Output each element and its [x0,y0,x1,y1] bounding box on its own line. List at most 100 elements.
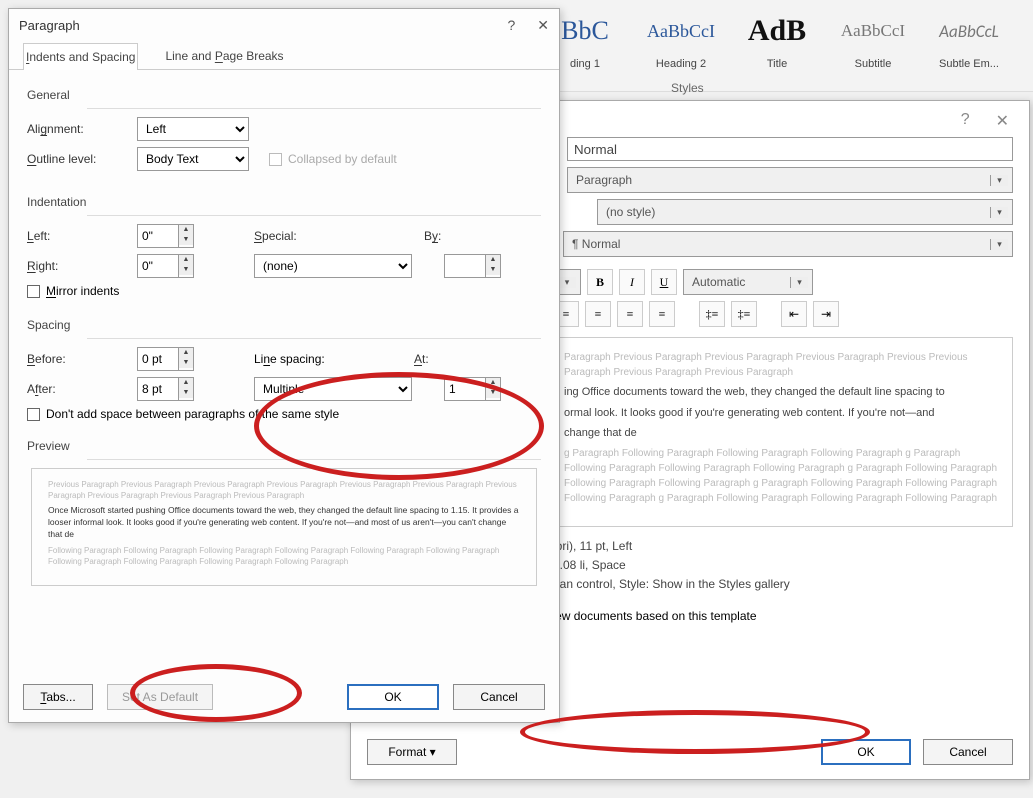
ok-button[interactable]: OK [347,684,439,710]
cancel-button[interactable]: Cancel [453,684,545,710]
chevron-down-icon: ▾ [790,277,808,288]
close-icon[interactable]: ✕ [537,17,549,34]
preview-grey-after: Following Paragraph Following Paragraph … [48,545,520,567]
after-input[interactable] [137,377,179,401]
preview-sample-line2: ormal look. It looks good if you're gene… [564,405,1002,422]
spinner-buttons[interactable]: ▲▼ [179,224,194,248]
spinner-buttons[interactable]: ▲▼ [179,254,194,278]
style-gallery-item[interactable]: AaBbCcIHeading 2 [642,4,720,91]
group-indentation: Indentation [27,195,541,209]
underline-button[interactable]: U [651,269,677,295]
indent-left-spinner[interactable]: ▲▼ [137,224,194,248]
font-color-select[interactable]: Automatic ▾ [683,269,813,295]
paragraph-preview: Previous Paragraph Previous Paragraph Pr… [31,468,537,586]
after-spinner[interactable]: ▲▼ [137,377,194,401]
at-input[interactable] [444,377,486,401]
italic-button[interactable]: I [619,269,645,295]
before-label: Before: [27,352,127,366]
desc-line1: ibri), 11 pt, Left [553,537,1013,556]
ok-button[interactable]: OK [821,739,911,765]
preview-grey-after: g Paragraph Following Paragraph Followin… [564,446,1002,506]
desc-line3: han control, Style: Show in the Styles g… [553,575,1013,594]
outline-level-label: Outline level: [27,152,127,166]
dialog-title: Paragraph [19,18,80,33]
dont-add-space-checkbox[interactable]: Don't add space between paragraphs of th… [27,407,541,421]
special-indent-select[interactable]: (none) [254,254,412,278]
preview-sample-line3: change that de [564,425,1002,442]
by-label: By: [424,229,464,243]
group-general: General [27,88,541,102]
format-menu-button[interactable]: Format ▾ [367,739,457,765]
spinner-buttons[interactable]: ▲▼ [486,377,501,401]
align-center-button[interactable]: ≡ [585,301,611,327]
style-type-select[interactable]: Paragraph▾ [567,167,1013,193]
outline-level-select[interactable]: Body Text [137,147,249,171]
preview-sample: Once Microsoft started pushing Office do… [48,505,520,541]
style-gallery-item[interactable]: AaBbCcISubtitle [834,4,912,91]
line-spacing-label: Line spacing: [254,352,364,366]
spinner-buttons[interactable]: ▲▼ [179,347,194,371]
chevron-down-icon: ▾ [558,277,576,288]
line-spacing-select[interactable]: Multiple [254,377,412,401]
tab-strip: IIndents and Spacingndents and Spacing L… [9,42,559,70]
radio-label: New documents based on this template [546,609,756,623]
preview-grey-before: Previous Paragraph Previous Paragraph Pr… [48,479,520,501]
spinner-buttons[interactable]: ▲▼ [179,377,194,401]
help-icon[interactable]: ? [961,111,970,131]
style-preview: Paragraph Previous Paragraph Previous Pa… [553,337,1013,527]
checkbox-icon [27,285,40,298]
at-spinner[interactable]: ▲▼ [444,377,501,401]
increase-indent-button[interactable]: ⇥ [813,301,839,327]
before-input[interactable] [137,347,179,371]
indent-right-spinner[interactable]: ▲▼ [137,254,194,278]
bold-button[interactable]: B [587,269,613,295]
special-label: Special: [254,229,324,243]
after-label: After: [27,382,127,396]
at-label: At: [414,352,454,366]
following-paragraph-select[interactable]: ¶ Normal▾ [563,231,1013,257]
style-gallery: BbCding 1AaBbCcIHeading 2AdBTitleAaBbCcI… [540,0,1033,92]
new-documents-template-radio[interactable]: New documents based on this template [526,609,756,623]
line-spacing-dec-button[interactable]: ‡≡ [731,301,757,327]
checkbox-icon [269,153,282,166]
font-color-value: Automatic [692,275,745,289]
tab-line-page-breaks[interactable]: Line and Page Breaks [162,42,286,69]
indent-left-input[interactable] [137,224,179,248]
style-type-value: Paragraph [576,173,632,187]
alignment-toolbar: ≡ ≡ ≡ ≡ ‡≡ ‡≡ ⇤ ⇥ [553,301,1013,327]
close-icon[interactable]: ✕ [996,111,1009,131]
based-on-select[interactable]: (no style)▾ [597,199,1013,225]
tab-indents-spacing[interactable]: IIndents and Spacingndents and Spacing [23,43,138,70]
help-icon[interactable]: ? [507,17,515,34]
align-justify-button[interactable]: ≡ [649,301,675,327]
indent-right-input[interactable] [137,254,179,278]
based-on-value: (no style) [606,205,655,219]
style-description: ibri), 11 pt, Left 1.08 li, Space han co… [553,537,1013,595]
by-input[interactable] [444,254,486,278]
by-spinner[interactable]: ▲▼ [444,254,501,278]
align-right-button[interactable]: ≡ [617,301,643,327]
indent-right-label: Right: [27,259,127,273]
mirror-label: Mirror indents [46,284,119,298]
style-gallery-item[interactable]: AaBbCcLSubtle Em... [930,4,1008,91]
alignment-label: Alignment: [27,122,127,136]
group-spacing: Spacing [27,318,541,332]
alignment-select[interactable]: Left [137,117,249,141]
styles-pane-title: Styles [671,81,704,95]
mirror-indents-checkbox[interactable]: Mirror indents [27,284,541,298]
indent-left-label: Left: [27,229,127,243]
set-as-default-button[interactable]: Set As Default [107,684,213,710]
cancel-button[interactable]: Cancel [923,739,1013,765]
style-gallery-item[interactable]: AdBTitle [738,4,816,91]
tabs-button[interactable]: Tabs... [23,684,93,710]
dialog-titlebar: Paragraph ? ✕ [9,9,559,42]
before-spinner[interactable]: ▲▼ [137,347,194,371]
formatting-toolbar: ▾ B I U Automatic ▾ [553,269,1013,295]
style-gallery-item[interactable]: AaBbCEmpha [1026,4,1033,91]
paragraph-dialog: Paragraph ? ✕ IIndents and Spacingndents… [8,8,560,723]
style-name-input[interactable] [567,137,1013,161]
spinner-buttons[interactable]: ▲▼ [486,254,501,278]
group-preview: Preview [27,439,541,453]
line-spacing-inc-button[interactable]: ‡≡ [699,301,725,327]
decrease-indent-button[interactable]: ⇤ [781,301,807,327]
